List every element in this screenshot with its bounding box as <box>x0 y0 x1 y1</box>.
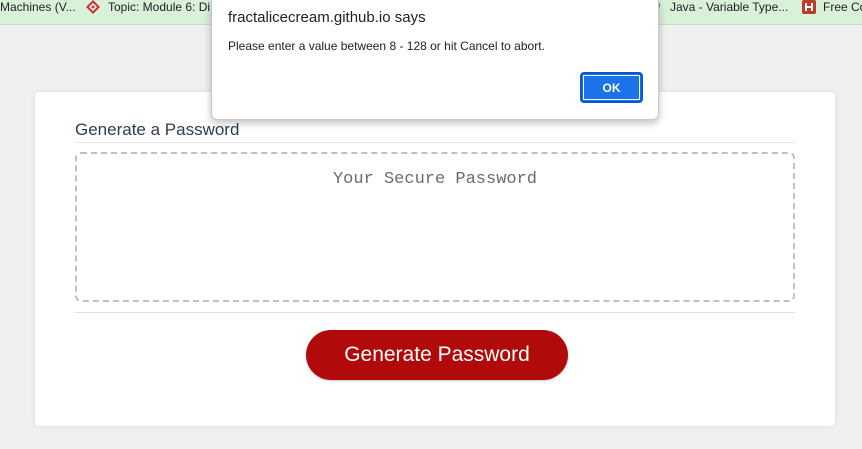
bookmark-label: Machines (V... <box>0 0 76 14</box>
alert-dialog: fractalicecream.github.io says Please en… <box>211 0 659 120</box>
bookmark-freecodecamp[interactable]: Free Co <box>802 0 862 24</box>
bookmark-java[interactable]: Java - Variable Type... <box>650 0 789 24</box>
ok-button[interactable]: OK <box>580 72 643 103</box>
card-header: Generate a Password <box>75 120 795 143</box>
bookmark-machines[interactable]: Machines (V... <box>0 0 76 24</box>
password-card: Generate a Password Generate Password <box>35 92 835 426</box>
canvas-logo-icon <box>86 0 100 14</box>
bookmark-label: Topic: Module 6: Di... <box>108 0 221 14</box>
password-output[interactable] <box>75 152 795 302</box>
generate-password-button[interactable]: Generate Password <box>306 330 568 380</box>
bookmark-label: Java - Variable Type... <box>670 0 789 14</box>
dialog-message: Please enter a value between 8 - 128 or … <box>228 39 545 53</box>
bookmark-module-6[interactable]: Topic: Module 6: Di... <box>86 0 221 24</box>
bookmark-label: Free Co <box>823 0 862 14</box>
dialog-origin: fractalicecream.github.io says <box>228 9 426 26</box>
card-divider <box>75 312 795 313</box>
page-title: Generate a Password <box>75 120 240 139</box>
freecodecamp-icon <box>802 0 816 14</box>
